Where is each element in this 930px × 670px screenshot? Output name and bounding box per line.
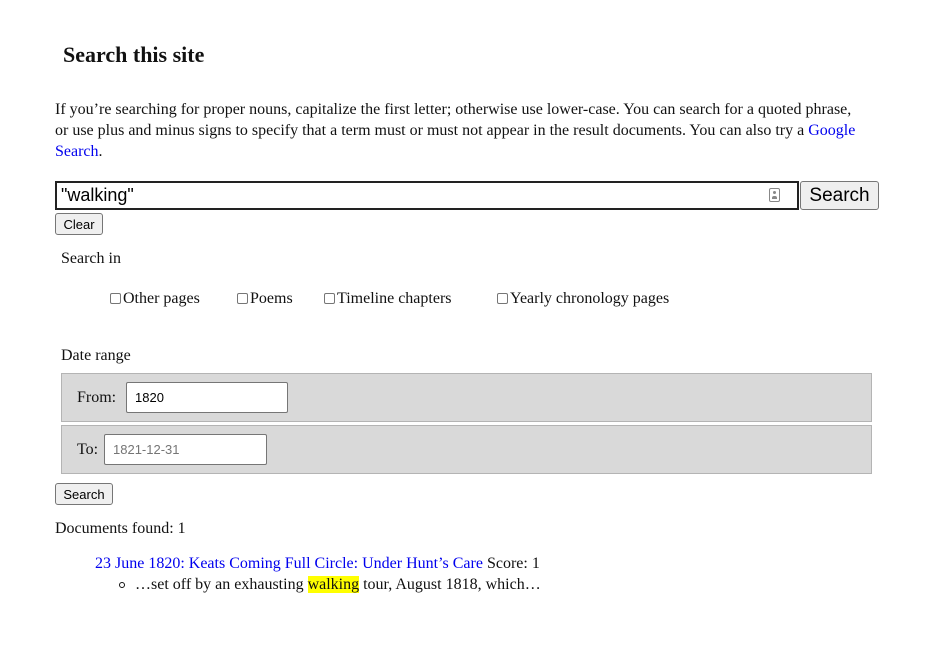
snippet-text-end: tour, August 1818, which…: [359, 576, 541, 593]
date-to-input[interactable]: [104, 434, 267, 465]
clear-button[interactable]: Clear: [55, 213, 103, 235]
snippet-text: …set off by an exhausting: [135, 576, 308, 593]
poems-checkbox[interactable]: [237, 292, 248, 304]
result-item: 23 June 1820: Keats Coming Full Circle: …: [95, 554, 540, 574]
other-pages-checkbox[interactable]: [110, 292, 121, 304]
search-box: [55, 181, 799, 210]
filter-option-other-pages[interactable]: Other pages: [110, 289, 200, 309]
filter-option-label: Timeline chapters: [337, 290, 452, 307]
filter-option-poems[interactable]: Poems: [237, 289, 293, 309]
date-to-row: To:: [61, 425, 872, 474]
documents-found: Documents found: 1: [55, 520, 186, 537]
snippet-highlight: walking: [307, 576, 360, 593]
intro-paragraph: If you’re searching for proper nouns, ca…: [55, 99, 865, 162]
timeline-chapters-checkbox[interactable]: [324, 292, 335, 304]
contact-card-icon[interactable]: [769, 188, 780, 202]
search-input[interactable]: [60, 184, 761, 207]
result-score: Score: 1: [486, 555, 540, 572]
page-title: Search this site: [63, 42, 205, 67]
result-title-link[interactable]: 23 June 1820: Keats Coming Full Circle: …: [95, 555, 483, 572]
search-in-heading: Search in: [61, 250, 121, 267]
filter-option-label: Other pages: [123, 290, 200, 307]
intro-text: If you’re searching for proper nouns, ca…: [55, 101, 852, 139]
filter-option-label: Yearly chronology pages: [510, 290, 670, 307]
submit-search-button[interactable]: Search: [55, 483, 113, 505]
date-from-input[interactable]: [126, 382, 288, 413]
date-from-row: From:: [61, 373, 872, 422]
date-range-heading: Date range: [61, 347, 131, 364]
date-from-label: From:: [77, 389, 117, 406]
filter-option-yearly-chronology[interactable]: Yearly chronology pages: [497, 289, 669, 309]
intro-text-end: .: [98, 143, 103, 160]
yearly-chronology-checkbox[interactable]: [497, 292, 508, 304]
date-to-label: To:: [77, 441, 99, 458]
search-button[interactable]: Search: [800, 181, 879, 210]
bullet-icon: [119, 582, 125, 588]
result-snippet: …set off by an exhausting walking tour, …: [135, 575, 541, 595]
filter-option-timeline-chapters[interactable]: Timeline chapters: [324, 289, 452, 309]
filter-option-label: Poems: [250, 290, 293, 307]
